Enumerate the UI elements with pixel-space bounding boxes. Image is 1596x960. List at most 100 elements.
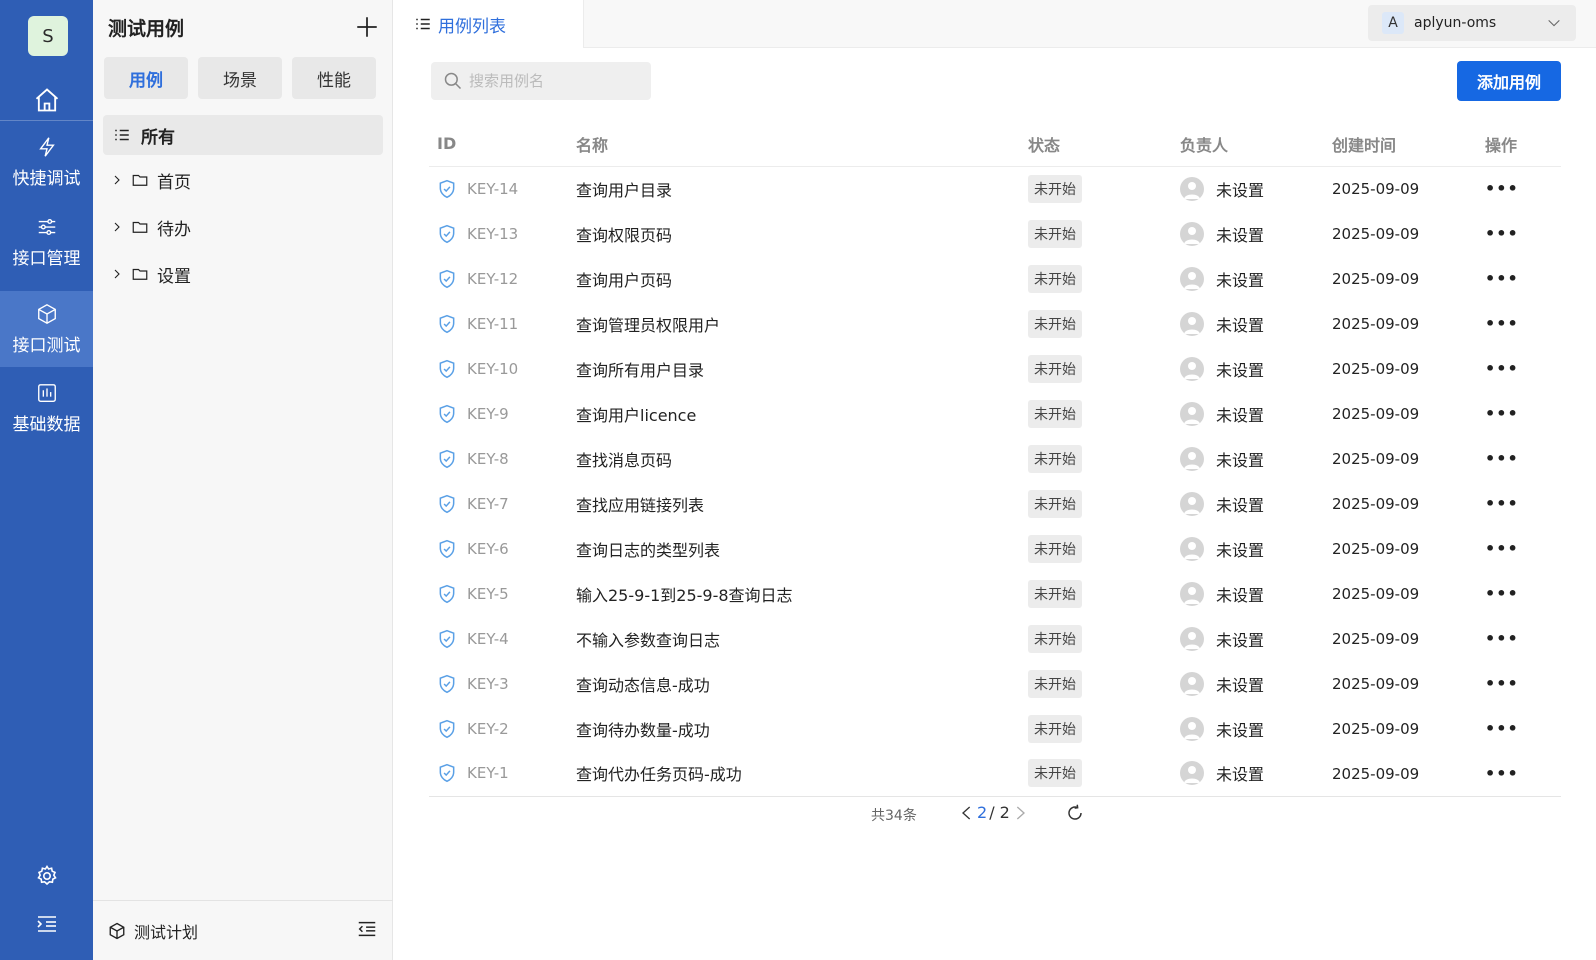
- collapse-panel-button[interactable]: [356, 918, 378, 944]
- case-name[interactable]: 查询权限页码: [576, 226, 672, 245]
- project-selector[interactable]: A aplyun-oms: [1368, 5, 1576, 41]
- case-name[interactable]: 查询动态信息-成功: [576, 676, 710, 695]
- case-name[interactable]: 查询用户licence: [576, 406, 696, 425]
- workspace-avatar[interactable]: S: [28, 16, 68, 56]
- nav-api-management[interactable]: 接口管理: [0, 204, 93, 280]
- table-row[interactable]: KEY-6 查询日志的类型列表 未开始 未设置 2025-09-09 •••: [429, 526, 1561, 571]
- table-row[interactable]: KEY-2 查询待办数量-成功 未开始 未设置 2025-09-09 •••: [429, 706, 1561, 751]
- cell-name[interactable]: 查询日志的类型列表: [576, 526, 1028, 571]
- cell-name[interactable]: 查询管理员权限用户: [576, 301, 1028, 346]
- refresh-icon[interactable]: [1066, 804, 1084, 822]
- status-badge[interactable]: 未开始: [1028, 714, 1082, 743]
- add-folder-button[interactable]: [354, 14, 380, 40]
- case-name[interactable]: 查询所有用户目录: [576, 361, 704, 380]
- owner-name[interactable]: 未设置: [1216, 312, 1264, 336]
- search-input[interactable]: [469, 72, 639, 90]
- owner-name[interactable]: 未设置: [1216, 402, 1264, 426]
- table-row[interactable]: KEY-14 查询用户目录 未开始 未设置 2025-09-09 •••: [429, 166, 1561, 211]
- table-row[interactable]: KEY-7 查找应用链接列表 未开始 未设置 2025-09-09 •••: [429, 481, 1561, 526]
- more-actions-button[interactable]: •••: [1485, 629, 1519, 648]
- segment-performance[interactable]: 性能: [292, 57, 376, 99]
- table-row[interactable]: KEY-4 不输入参数查询日志 未开始 未设置 2025-09-09 •••: [429, 616, 1561, 661]
- more-actions-button[interactable]: •••: [1485, 404, 1519, 423]
- more-actions-button[interactable]: •••: [1485, 179, 1519, 198]
- more-actions-button[interactable]: •••: [1485, 314, 1519, 333]
- more-actions-button[interactable]: •••: [1485, 449, 1519, 468]
- col-created[interactable]: 创建时间: [1332, 122, 1485, 167]
- more-actions-button[interactable]: •••: [1485, 269, 1519, 288]
- cell-name[interactable]: 查询权限页码: [576, 211, 1028, 256]
- status-badge[interactable]: 未开始: [1028, 174, 1082, 203]
- tab-case-list[interactable]: 用例列表: [394, 0, 584, 48]
- more-actions-button[interactable]: •••: [1485, 539, 1519, 558]
- status-badge[interactable]: 未开始: [1028, 669, 1082, 698]
- owner-name[interactable]: 未设置: [1216, 717, 1264, 741]
- cell-name[interactable]: 查询用户目录: [576, 166, 1028, 211]
- case-name[interactable]: 不输入参数查询日志: [576, 631, 720, 650]
- status-badge[interactable]: 未开始: [1028, 309, 1082, 338]
- col-owner[interactable]: 负责人: [1180, 122, 1332, 167]
- owner-name[interactable]: 未设置: [1216, 582, 1264, 606]
- more-actions-button[interactable]: •••: [1485, 224, 1519, 243]
- cell-name[interactable]: 查询用户页码: [576, 256, 1028, 301]
- tree-folder-todo[interactable]: 待办: [111, 212, 191, 242]
- owner-name[interactable]: 未设置: [1216, 177, 1264, 201]
- prev-page-icon[interactable]: [959, 804, 975, 822]
- more-actions-button[interactable]: •••: [1485, 674, 1519, 693]
- tree-folder-settings[interactable]: 设置: [111, 259, 191, 289]
- cell-name[interactable]: 不输入参数查询日志: [576, 616, 1028, 661]
- search-box[interactable]: [431, 62, 651, 100]
- cell-name[interactable]: 查找消息页码: [576, 436, 1028, 481]
- case-name[interactable]: 查找消息页码: [576, 451, 672, 470]
- status-badge[interactable]: 未开始: [1028, 264, 1082, 293]
- next-page-icon[interactable]: [1012, 804, 1028, 822]
- col-status[interactable]: 状态: [1028, 122, 1180, 167]
- add-case-button[interactable]: 添加用例: [1457, 61, 1561, 101]
- table-row[interactable]: KEY-13 查询权限页码 未开始 未设置 2025-09-09 •••: [429, 211, 1561, 256]
- tree-folder-home[interactable]: 首页: [111, 165, 191, 195]
- current-page[interactable]: 2: [977, 803, 987, 822]
- case-name[interactable]: 查询代办任务页码-成功: [576, 765, 742, 784]
- cell-name[interactable]: 查找应用链接列表: [576, 481, 1028, 526]
- status-badge[interactable]: 未开始: [1028, 624, 1082, 653]
- owner-name[interactable]: 未设置: [1216, 672, 1264, 696]
- status-badge[interactable]: 未开始: [1028, 444, 1082, 473]
- owner-name[interactable]: 未设置: [1216, 267, 1264, 291]
- case-name[interactable]: 输入25-9-1到25-9-8查询日志: [576, 586, 793, 605]
- home-button[interactable]: [0, 80, 93, 120]
- table-row[interactable]: KEY-3 查询动态信息-成功 未开始 未设置 2025-09-09 •••: [429, 661, 1561, 706]
- owner-name[interactable]: 未设置: [1216, 492, 1264, 516]
- owner-name[interactable]: 未设置: [1216, 357, 1264, 381]
- more-actions-button[interactable]: •••: [1485, 494, 1519, 513]
- table-row[interactable]: KEY-5 输入25-9-1到25-9-8查询日志 未开始 未设置 2025-09-09…: [429, 571, 1561, 616]
- status-badge[interactable]: 未开始: [1028, 489, 1082, 518]
- status-badge[interactable]: 未开始: [1028, 354, 1082, 383]
- expand-menu-button[interactable]: [0, 906, 93, 942]
- owner-name[interactable]: 未设置: [1216, 537, 1264, 561]
- tree-all[interactable]: 所有: [103, 115, 383, 155]
- table-row[interactable]: KEY-10 查询所有用户目录 未开始 未设置 2025-09-09 •••: [429, 346, 1561, 391]
- status-badge[interactable]: 未开始: [1028, 579, 1082, 608]
- owner-name[interactable]: 未设置: [1216, 222, 1264, 246]
- segment-cases[interactable]: 用例: [104, 57, 188, 99]
- owner-name[interactable]: 未设置: [1216, 761, 1264, 785]
- cell-name[interactable]: 查询动态信息-成功: [576, 661, 1028, 706]
- cell-name[interactable]: 查询待办数量-成功: [576, 706, 1028, 751]
- table-row[interactable]: KEY-8 查找消息页码 未开始 未设置 2025-09-09 •••: [429, 436, 1561, 481]
- more-actions-button[interactable]: •••: [1485, 359, 1519, 378]
- case-name[interactable]: 查询管理员权限用户: [576, 316, 720, 335]
- test-plan-link[interactable]: 测试计划: [108, 919, 198, 943]
- nav-quick-debug[interactable]: 快捷调试: [0, 124, 93, 200]
- case-name[interactable]: 查询待办数量-成功: [576, 721, 710, 740]
- more-actions-button[interactable]: •••: [1485, 764, 1519, 783]
- nav-base-data[interactable]: 基础数据: [0, 370, 93, 446]
- owner-name[interactable]: 未设置: [1216, 627, 1264, 651]
- table-row[interactable]: KEY-11 查询管理员权限用户 未开始 未设置 2025-09-09 •••: [429, 301, 1561, 346]
- case-name[interactable]: 查找应用链接列表: [576, 496, 704, 515]
- table-row[interactable]: KEY-9 查询用户licence 未开始 未设置 2025-09-09 •••: [429, 391, 1561, 436]
- case-name[interactable]: 查询用户目录: [576, 181, 672, 200]
- more-actions-button[interactable]: •••: [1485, 719, 1519, 738]
- case-name[interactable]: 查询日志的类型列表: [576, 541, 720, 560]
- more-actions-button[interactable]: •••: [1485, 584, 1519, 603]
- cell-name[interactable]: 输入25-9-1到25-9-8查询日志: [576, 571, 1028, 616]
